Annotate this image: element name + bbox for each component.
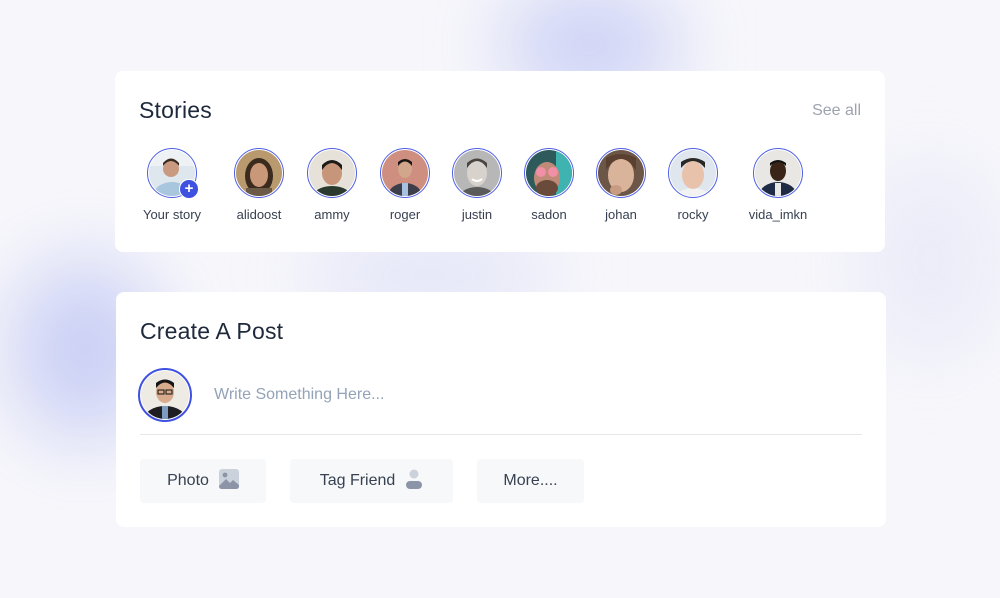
add-story-icon[interactable]: + xyxy=(179,179,199,199)
photo-button-label: Photo xyxy=(167,472,209,489)
story-avatar-ring: + xyxy=(147,148,199,199)
tag-friend-button-label: Tag Friend xyxy=(319,472,396,489)
stories-title: Stories xyxy=(139,97,212,123)
image-icon xyxy=(218,468,239,494)
story-avatar-ring xyxy=(307,148,357,198)
avatar xyxy=(454,150,500,196)
story-avatar-ring xyxy=(753,148,803,198)
more-button[interactable]: More.... xyxy=(477,459,584,503)
avatar xyxy=(598,150,644,196)
story-avatar-ring xyxy=(524,148,574,198)
more-button-label: More.... xyxy=(503,472,558,489)
avatar xyxy=(236,150,282,196)
post-input[interactable] xyxy=(212,380,856,410)
story-label: Your story xyxy=(142,207,202,222)
avatar xyxy=(755,150,801,196)
story-item[interactable]: rocky xyxy=(648,148,738,222)
story-item[interactable]: vida_imkn xyxy=(733,148,823,222)
photo-button[interactable]: Photo xyxy=(140,459,266,503)
story-avatar-ring xyxy=(234,148,284,198)
avatar xyxy=(141,371,189,419)
current-user-avatar[interactable] xyxy=(138,368,192,422)
story-avatar-ring xyxy=(596,148,646,198)
story-label: vida_imkn xyxy=(748,207,808,222)
user-icon xyxy=(405,469,423,494)
story-label: rocky xyxy=(677,207,709,222)
see-all-link[interactable]: See all xyxy=(812,102,861,120)
story-avatar-ring xyxy=(452,148,502,198)
story-avatar-ring xyxy=(668,148,718,198)
tag-friend-button[interactable]: Tag Friend xyxy=(290,459,453,503)
avatar xyxy=(670,150,716,196)
story-your-story[interactable]: + Your story xyxy=(127,148,217,222)
stories-card: Stories See all + Your story alidoost am… xyxy=(115,71,885,252)
divider xyxy=(140,434,862,435)
create-post-card: Create A Post Photo Tag Friend More.... xyxy=(116,292,886,527)
avatar xyxy=(309,150,355,196)
story-avatar-ring xyxy=(380,148,430,198)
create-post-title: Create A Post xyxy=(140,318,284,344)
avatar xyxy=(382,150,428,196)
avatar xyxy=(526,150,572,196)
